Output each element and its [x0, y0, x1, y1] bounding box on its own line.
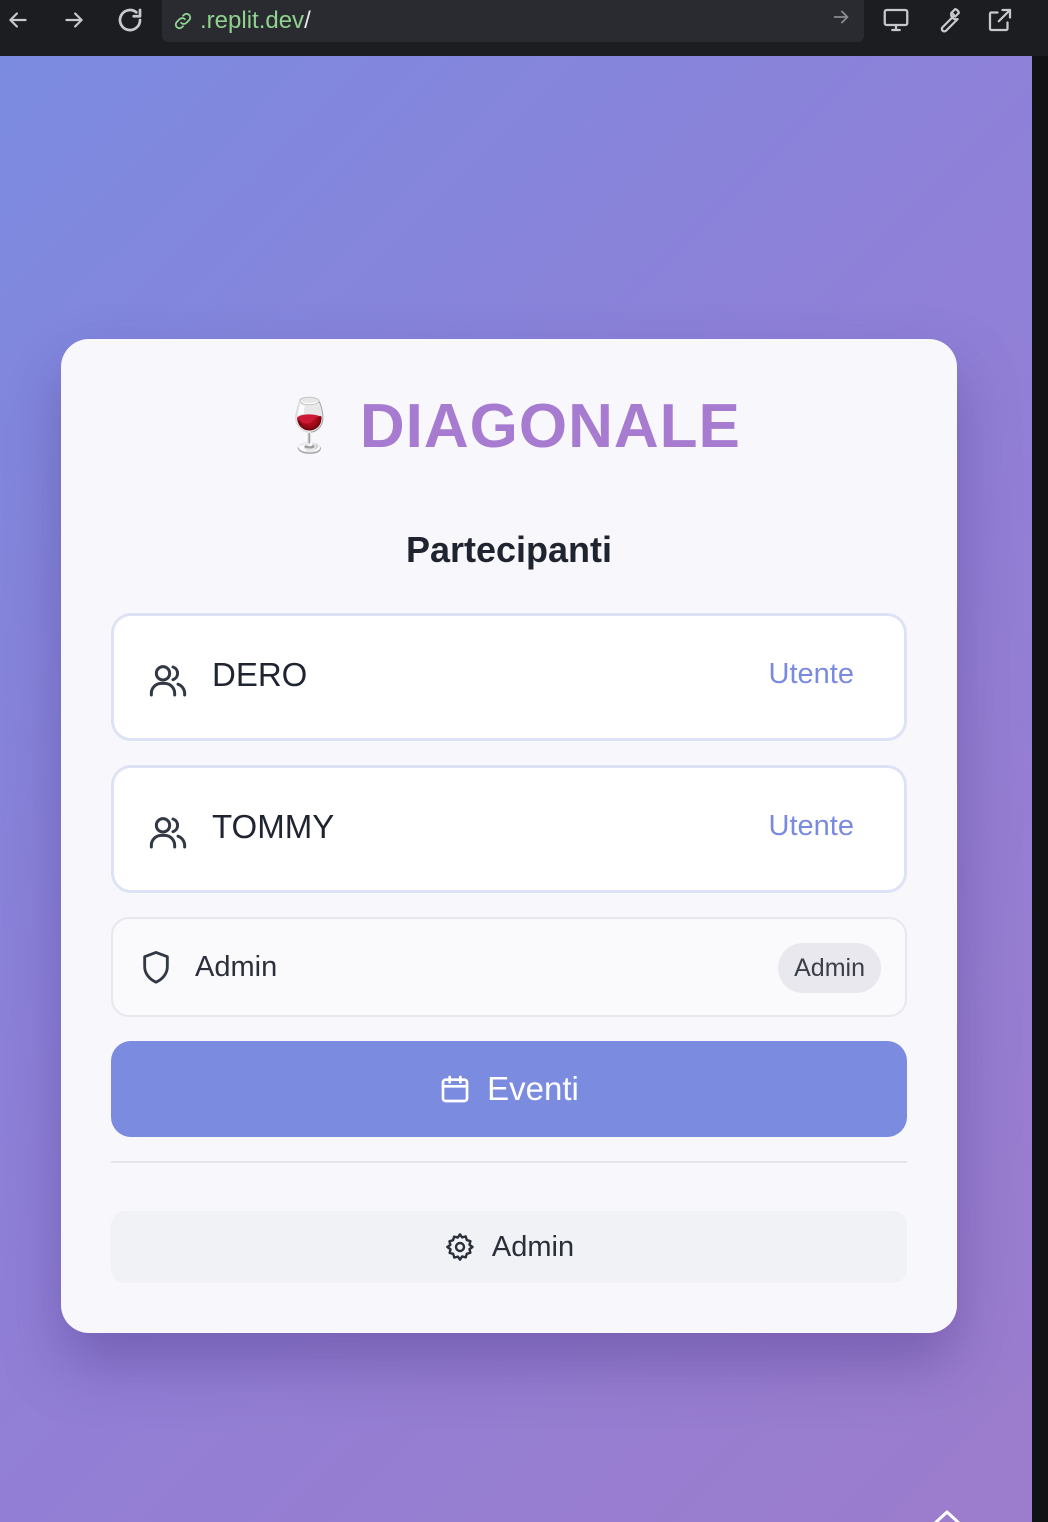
- wrench-icon[interactable]: [932, 4, 964, 36]
- users-icon: [148, 660, 188, 700]
- link-icon: [172, 10, 194, 32]
- admin-name: Admin: [195, 951, 278, 983]
- forward-arrow-icon[interactable]: [58, 4, 90, 36]
- admin-button-label: Admin: [491, 1230, 575, 1263]
- monitor-icon[interactable]: [880, 4, 912, 36]
- reload-icon[interactable]: [114, 4, 146, 36]
- participant-role: Utente: [768, 658, 854, 690]
- admin-badge: Admin: [778, 943, 881, 993]
- admin-participant-row[interactable]: Admin Admin: [111, 917, 907, 1017]
- brand-title: DIAGONALE: [359, 391, 741, 461]
- url-path: /: [304, 7, 311, 34]
- eventi-label: Eventi: [487, 1070, 579, 1107]
- browser-toolbar: .replit.dev/: [0, 0, 1048, 56]
- participant-name: DERO: [212, 656, 308, 693]
- admin-button[interactable]: Admin: [111, 1211, 907, 1283]
- page-viewport: 🍷 DIAGONALE Partecipanti DERO Utente TOM…: [0, 56, 1032, 1522]
- window-edge: [1032, 56, 1048, 1522]
- calendar-icon: [439, 1073, 471, 1105]
- shield-icon: [139, 949, 173, 987]
- back-arrow-icon[interactable]: [2, 4, 34, 36]
- participant-card-dero[interactable]: DERO Utente: [111, 613, 907, 741]
- participant-card-tommy[interactable]: TOMMY Utente: [111, 765, 907, 893]
- url-text: .replit.dev/: [200, 7, 311, 35]
- users-icon: [148, 812, 188, 852]
- url-host: .replit.dev: [200, 7, 305, 34]
- eventi-button[interactable]: Eventi: [111, 1041, 907, 1137]
- participant-name: TOMMY: [212, 808, 335, 845]
- divider: [111, 1161, 907, 1163]
- go-arrow-icon[interactable]: [830, 6, 852, 33]
- address-bar[interactable]: .replit.dev/: [162, 0, 864, 42]
- section-title: Partecipanti: [405, 529, 613, 570]
- wine-glass-icon: 🍷: [277, 397, 342, 455]
- brand-header: 🍷 DIAGONALE: [61, 391, 957, 461]
- external-link-icon[interactable]: [984, 4, 1016, 36]
- main-card: 🍷 DIAGONALE Partecipanti DERO Utente TOM…: [61, 339, 957, 1333]
- gear-icon: [444, 1231, 476, 1263]
- participant-role: Utente: [768, 810, 854, 842]
- chevron-up-icon[interactable]: [930, 1506, 964, 1522]
